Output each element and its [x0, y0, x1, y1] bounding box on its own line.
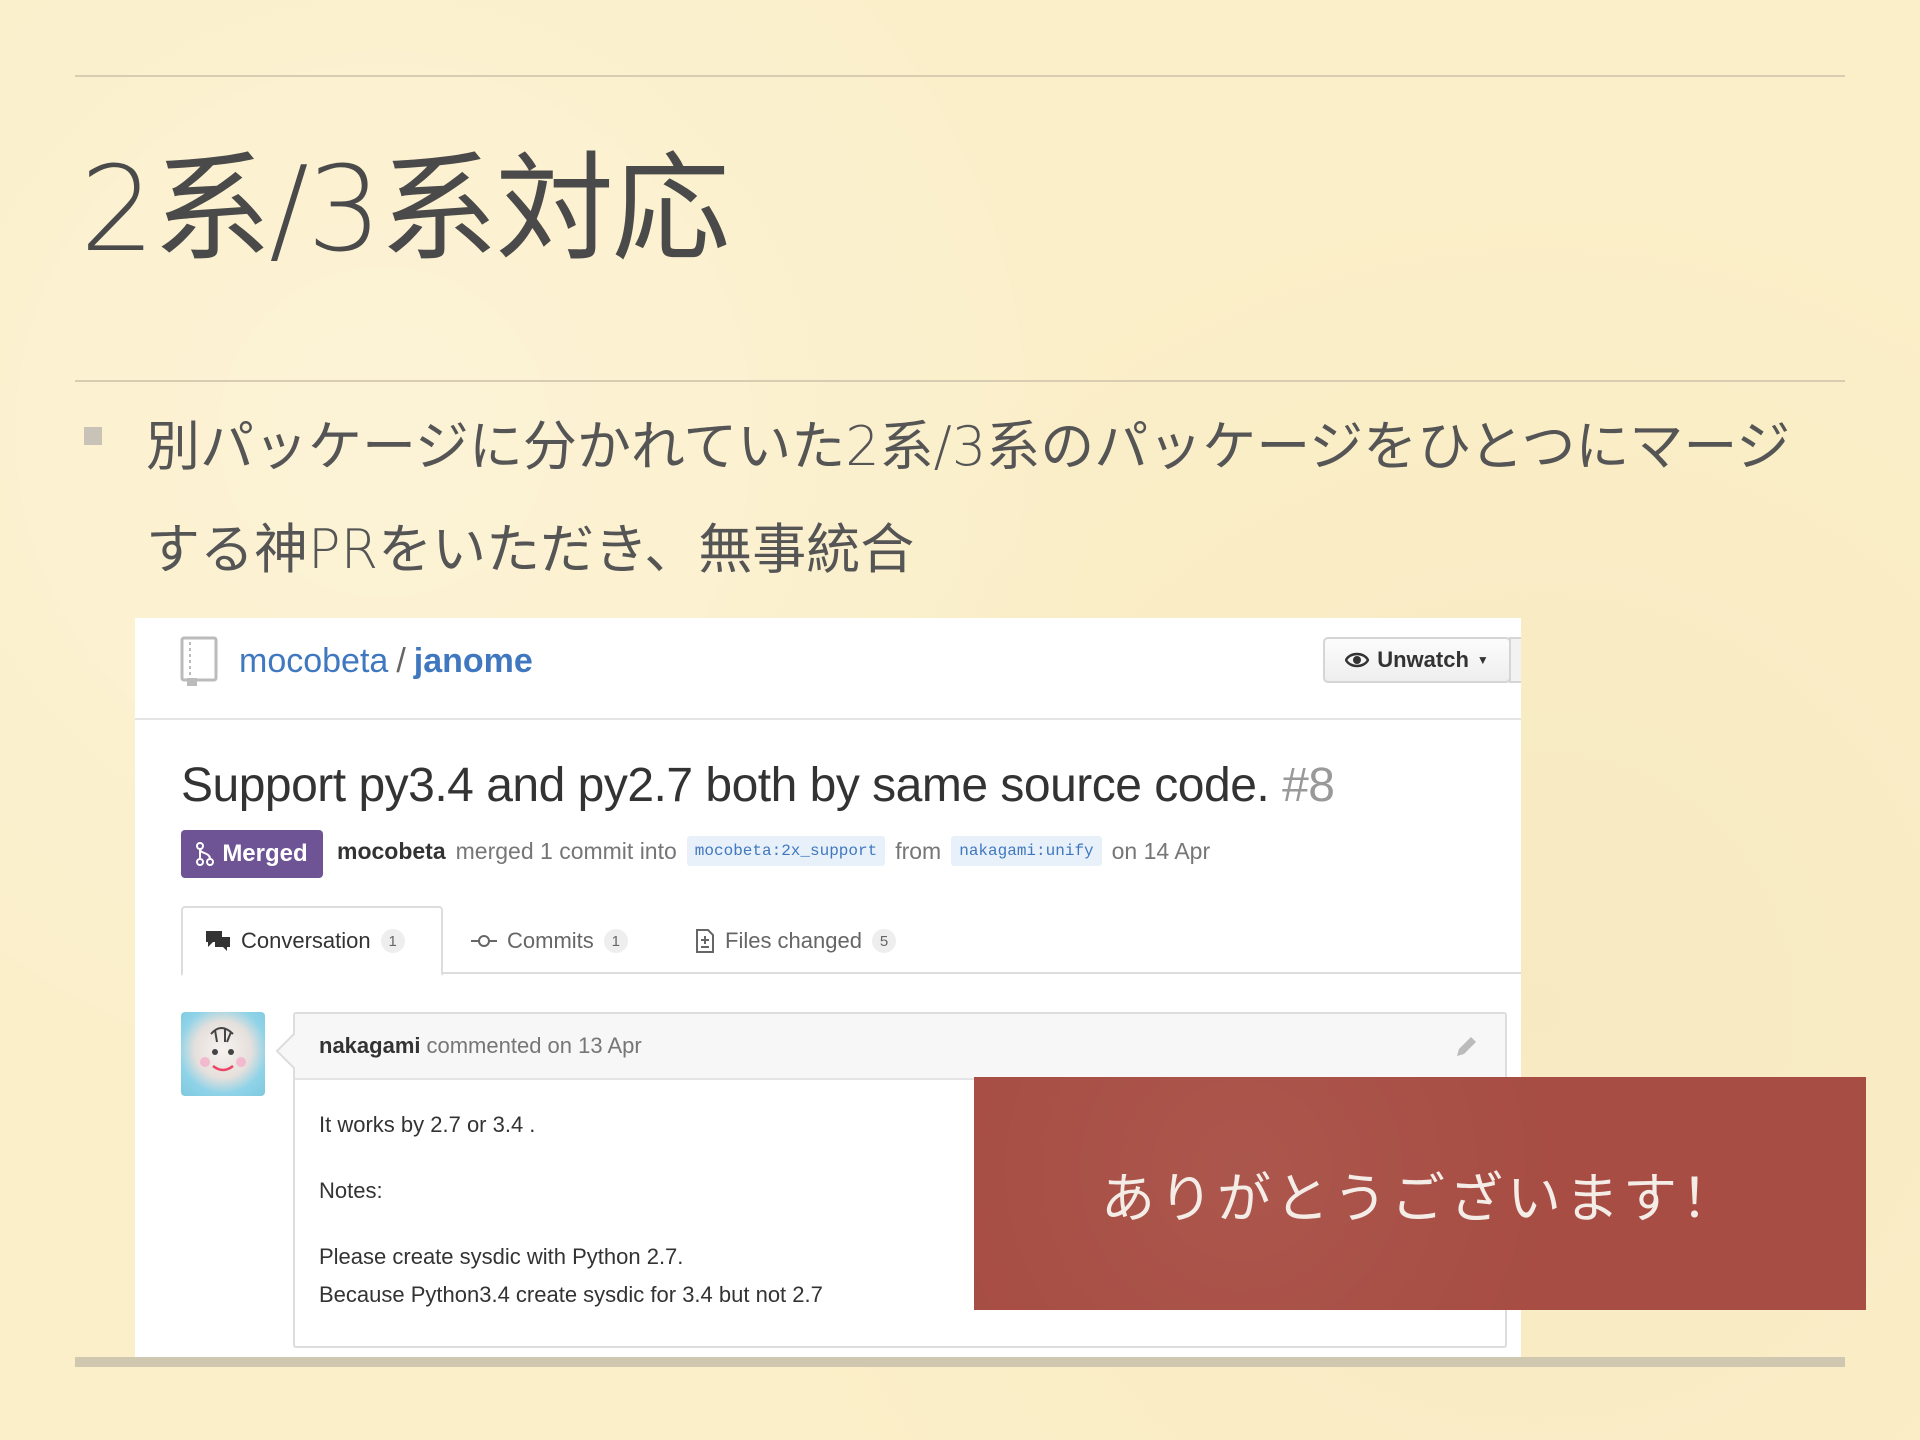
tab-commits-label: Commits: [507, 928, 594, 953]
comment-body: It works by 2.7 or 3.4 . Notes: Please c…: [319, 1106, 823, 1314]
avatar[interactable]: [181, 1012, 265, 1096]
avatar-face-icon: [200, 1027, 246, 1072]
tab-commits-count: 1: [603, 929, 628, 953]
merged-label: Merged: [222, 840, 308, 867]
tab-conversation-label: Conversation: [241, 928, 371, 953]
conversation-icon: [206, 931, 230, 951]
repo-separator: /: [396, 642, 406, 680]
merge-user-link[interactable]: mocobeta: [337, 838, 446, 865]
unwatch-button[interactable]: Unwatch ▼: [1323, 637, 1511, 683]
tab-conversation-count: 1: [380, 929, 405, 953]
merge-icon: [196, 842, 215, 866]
comment-header: nakagami commented on 13 Apr: [295, 1014, 1505, 1080]
merge-text: merged 1 commit into: [455, 837, 677, 864]
repo-path: mocobeta / janome: [239, 642, 533, 681]
pr-title: Support py3.4 and py2.7 both by same sou…: [181, 758, 1335, 813]
comment-line: It works by 2.7 or 3.4 .: [319, 1112, 536, 1137]
file-diff-icon: [696, 929, 714, 953]
merged-status-badge: Merged: [181, 830, 323, 878]
comment-author-link[interactable]: nakagami: [319, 1033, 421, 1059]
chevron-down-icon: ▼: [1476, 653, 1489, 667]
repo-header: mocobeta / janome Unwatch ▼: [135, 618, 1521, 720]
bottom-rule: [75, 1357, 1845, 1367]
comment-line: Notes:: [319, 1178, 383, 1203]
pr-number: #8: [1282, 759, 1335, 812]
tab-conversation[interactable]: Conversation 1: [181, 906, 443, 976]
bullet-marker: [84, 427, 102, 445]
top-rule: [75, 75, 1845, 77]
repo-name-link[interactable]: janome: [414, 642, 533, 680]
tab-files-changed-label: Files changed: [725, 928, 862, 953]
from-text: from: [895, 837, 942, 864]
tab-files-changed[interactable]: Files changed 5: [695, 906, 896, 976]
pr-title-text: Support py3.4 and py2.7 both by same sou…: [181, 759, 1270, 812]
star-button-edge[interactable]: [1509, 637, 1521, 683]
tab-commits[interactable]: Commits 1: [471, 906, 628, 976]
base-branch: mocobeta:2x_support: [686, 836, 886, 866]
merge-summary: mocobeta merged 1 commit into mocobeta:2…: [337, 836, 1210, 866]
comment-line: Because Python3.4 create sysdic for 3.4 …: [319, 1282, 823, 1307]
thanks-text: ありがとうございます！: [1101, 1167, 1739, 1230]
pencil-icon[interactable]: [1453, 1034, 1479, 1060]
repo-book-icon: [180, 636, 218, 686]
slide-title: 2系/3系対応: [80, 140, 730, 278]
thanks-overlay: ありがとうございます！: [974, 1077, 1866, 1310]
head-branch: nakagami:unify: [951, 836, 1102, 866]
commit-icon: [471, 935, 497, 947]
repo-owner-link[interactable]: mocobeta: [239, 642, 388, 680]
comment-line: Please create sysdic with Python 2.7.: [319, 1244, 684, 1269]
bullet-text: 別パッケージに分かれていた2系/3系のパッケージをひとつにマージする神PRをいた…: [146, 415, 1791, 581]
tab-files-changed-count: 5: [871, 929, 896, 953]
eye-icon: [1345, 652, 1370, 668]
comment-meta: commented on 13 Apr: [426, 1033, 642, 1058]
pr-tabs: Conversation 1 Commits 1 Files changed 5: [181, 906, 1521, 976]
merge-date: on 14 Apr: [1111, 837, 1211, 864]
title-rule: [75, 380, 1845, 382]
unwatch-label: Unwatch: [1377, 647, 1469, 672]
